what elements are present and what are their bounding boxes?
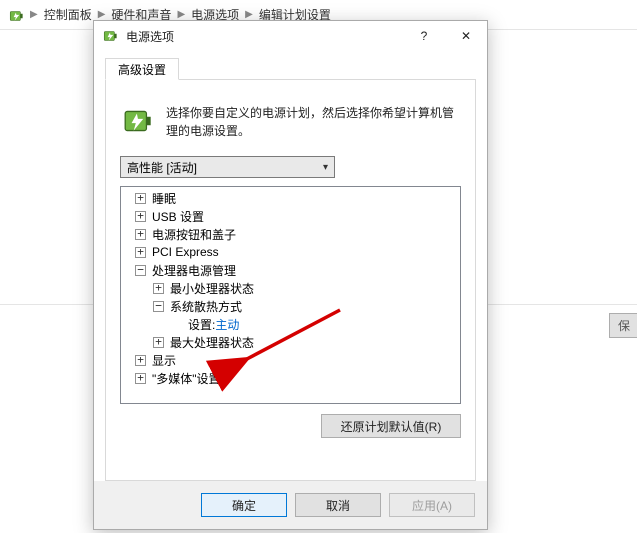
- tree-node[interactable]: + PCI Express: [123, 243, 458, 261]
- tree-node[interactable]: + 睡眠: [123, 189, 458, 207]
- tree-node[interactable]: + USB 设置: [123, 207, 458, 225]
- restore-defaults-label: 还原计划默认值(R): [341, 418, 442, 435]
- help-icon: ?: [421, 29, 428, 43]
- expand-icon[interactable]: +: [135, 355, 146, 366]
- tab-label: 高级设置: [118, 61, 166, 78]
- dialog-title: 电源选项: [120, 28, 403, 45]
- tree-node[interactable]: + 电源按钮和盖子: [123, 225, 458, 243]
- plan-select-value: 高性能 [活动]: [127, 159, 197, 176]
- collapse-icon[interactable]: −: [135, 265, 146, 276]
- chevron-right-icon: ▶: [30, 9, 38, 20]
- crumb-control-panel[interactable]: 控制面板: [44, 6, 92, 23]
- expand-icon[interactable]: +: [135, 247, 146, 258]
- save-changes-button[interactable]: 保: [609, 313, 637, 338]
- tree-node[interactable]: + 显示: [123, 351, 458, 369]
- power-options-icon: [102, 27, 120, 45]
- tab-advanced-settings[interactable]: 高级设置: [105, 58, 179, 80]
- expand-icon[interactable]: +: [135, 373, 146, 384]
- power-options-icon: [8, 7, 24, 23]
- collapse-icon[interactable]: −: [153, 301, 164, 312]
- tree-node[interactable]: + 最小处理器状态: [123, 279, 458, 297]
- tree-node-label: 系统散热方式: [170, 298, 242, 315]
- chevron-right-icon: ▶: [98, 9, 106, 20]
- tree-node[interactable]: −系统散热方式: [123, 297, 458, 315]
- power-plan-select[interactable]: 高性能 [活动] ▾: [120, 156, 335, 178]
- tree-node-label: USB 设置: [152, 208, 204, 225]
- expand-icon[interactable]: +: [153, 283, 164, 294]
- tree-node[interactable]: −处理器电源管理: [123, 261, 458, 279]
- save-button-label: 保: [618, 317, 630, 334]
- chevron-right-icon: ▶: [177, 9, 185, 20]
- expand-icon[interactable]: +: [135, 193, 146, 204]
- power-options-dialog: 电源选项 ? ✕ 高级设置 选择你要自定义的电源计划，然后选择你希望计算机管理: [93, 20, 488, 530]
- apply-button: 应用(A): [389, 493, 475, 517]
- power-plan-large-icon: [122, 104, 156, 140]
- ok-label: 确定: [232, 497, 256, 514]
- tree-node[interactable]: 设置: 主动: [123, 315, 458, 333]
- expand-icon[interactable]: +: [135, 229, 146, 240]
- dialog-description: 选择你要自定义的电源计划，然后选择你希望计算机管理的电源设置。: [166, 104, 459, 140]
- settings-tree[interactable]: +睡眠+USB 设置+电源按钮和盖子+PCI Express−处理器电源管理+最…: [120, 186, 461, 404]
- cancel-button[interactable]: 取消: [295, 493, 381, 517]
- tree-node-label: 电源按钮和盖子: [152, 226, 236, 243]
- tree-node-label: 处理器电源管理: [152, 262, 236, 279]
- tree-node-label: 最大处理器状态: [170, 334, 254, 351]
- chevron-down-icon: ▾: [323, 162, 328, 173]
- tab-panel: 高级设置 选择你要自定义的电源计划，然后选择你希望计算机管理的电源设置。 高性能…: [105, 79, 476, 481]
- chevron-right-icon: ▶: [245, 9, 253, 20]
- tree-node-label: 显示: [152, 352, 176, 369]
- apply-label: 应用(A): [412, 497, 452, 514]
- close-icon: ✕: [461, 29, 471, 43]
- tree-node-label: 睡眠: [152, 190, 176, 207]
- tree-node[interactable]: + 最大处理器状态: [123, 333, 458, 351]
- close-button[interactable]: ✕: [445, 21, 487, 51]
- tree-node-value[interactable]: 主动: [215, 316, 239, 333]
- tree-node-label: "多媒体"设置: [152, 370, 221, 387]
- dialog-footer: 确定 取消 应用(A): [94, 481, 487, 529]
- expand-icon[interactable]: +: [153, 337, 164, 348]
- help-button[interactable]: ?: [403, 21, 445, 51]
- restore-defaults-button[interactable]: 还原计划默认值(R): [321, 414, 461, 438]
- tree-node[interactable]: + "多媒体"设置: [123, 369, 458, 387]
- expand-icon[interactable]: +: [135, 211, 146, 222]
- tree-node-label: 最小处理器状态: [170, 280, 254, 297]
- tree-node-label: 设置:: [188, 316, 215, 333]
- ok-button[interactable]: 确定: [201, 493, 287, 517]
- tree-node-label: PCI Express: [152, 245, 219, 259]
- titlebar: 电源选项 ? ✕: [94, 21, 487, 51]
- cancel-label: 取消: [326, 497, 350, 514]
